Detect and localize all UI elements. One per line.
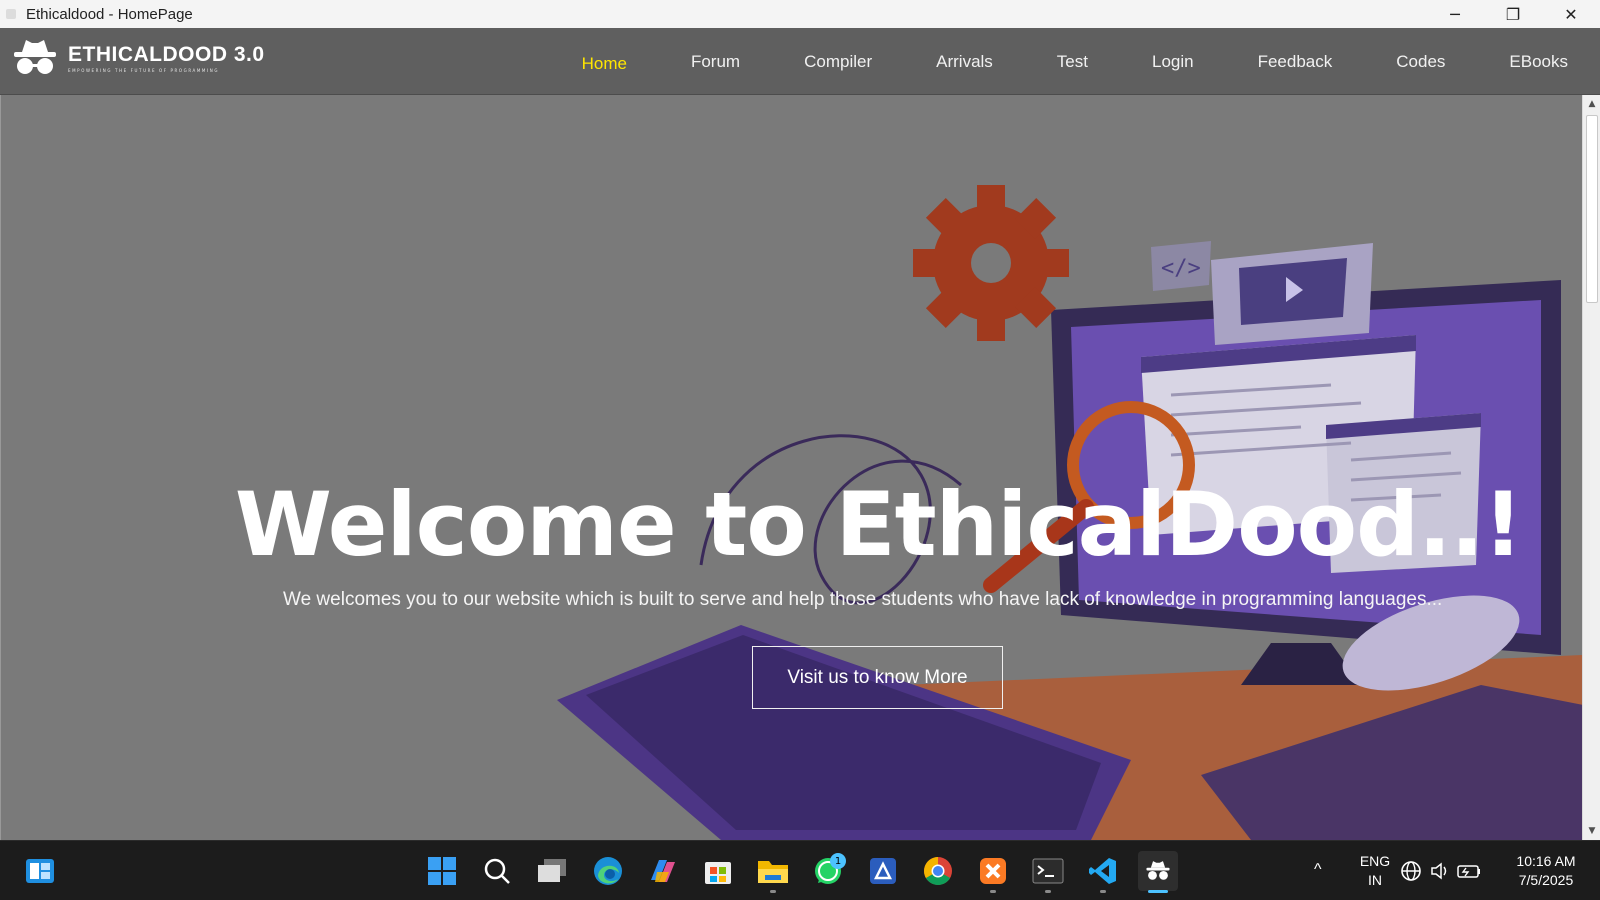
scroll-up-arrow[interactable]: ▲ [1583,95,1600,113]
running-indicator [1045,890,1051,893]
chrome-icon[interactable] [918,851,958,891]
whatsapp-icon[interactable]: 1 [808,851,848,891]
tray-status-icons[interactable] [1400,851,1480,891]
clock-time: 10:16 AM [1516,853,1576,869]
clock-date: 7/5/2025 [1518,872,1574,888]
xampp-icon[interactable] [973,851,1013,893]
brand-name: ETHICALDOOD 3.0 [68,42,265,66]
edge-icon[interactable] [588,851,628,891]
ethicaldood-icon[interactable] [1138,851,1178,893]
hero-illustration: </> [557,185,1582,840]
nav-item-compiler[interactable]: Compiler [804,52,872,72]
running-indicator [990,890,996,893]
nav-item-home[interactable]: Home [582,54,627,74]
search-icon[interactable] [477,851,517,891]
running-indicator [770,890,776,893]
region-code: IN [1368,872,1382,888]
hero-section: </> Welcome to EthicalDood..! We welcome… [0,95,1582,840]
site-navbar: ETHICALDOOD 3.0 EMPOWERING THE FUTURE OF… [0,28,1600,95]
brand-tagline: EMPOWERING THE FUTURE OF PROGRAMMING [68,67,220,73]
widgets-icon[interactable] [20,851,60,891]
language-indicator[interactable]: ENG IN [1352,852,1398,890]
volume-icon [1431,862,1447,880]
file-explorer-icon[interactable] [753,851,793,893]
windows-taskbar: 1 ^ ENG IN 10:16 AM 7/5/2025 [0,840,1600,900]
nav-item-test[interactable]: Test [1057,52,1088,72]
app-icon [6,9,16,19]
language-code: ENG [1359,853,1391,869]
network-icon [1401,861,1421,881]
nav-item-ebooks[interactable]: EBooks [1509,52,1568,72]
terminal-icon[interactable] [1028,851,1068,893]
battery-icon [1457,865,1480,878]
window-controls: ─ ❐ ✕ [1426,0,1600,28]
nav-item-login[interactable]: Login [1152,52,1194,72]
store-icon[interactable] [698,851,738,891]
window-title: Ethicaldood - HomePage [26,5,193,23]
vscode-icon[interactable] [1083,851,1123,893]
copilot-icon[interactable] [643,851,683,891]
start-icon[interactable] [422,851,462,891]
nav-item-arrivals[interactable]: Arrivals [936,52,993,72]
nav-item-forum[interactable]: Forum [691,52,740,72]
scroll-thumb[interactable] [1586,115,1598,303]
minimize-button[interactable]: ─ [1426,0,1484,28]
nav-item-feedback[interactable]: Feedback [1258,52,1333,72]
tray-overflow-chevron[interactable]: ^ [1314,860,1322,879]
running-indicator [1100,890,1106,893]
window-titlebar: Ethicaldood - HomePage ─ ❐ ✕ [0,0,1600,28]
clock[interactable]: 10:16 AM 7/5/2025 [1506,852,1586,890]
svg-text:</>: </> [1161,256,1201,281]
nav-menu: Home Forum Compiler Arrivals Test Login … [518,28,1568,95]
site-logo[interactable]: ETHICALDOOD 3.0 EMPOWERING THE FUTURE OF… [12,38,265,78]
nav-item-codes[interactable]: Codes [1396,52,1445,72]
active-indicator [1148,890,1168,893]
hero-title: Welcome to EthicalDood..! [234,473,1523,576]
page-scrollbar[interactable]: ▲ ▼ [1582,95,1600,840]
app-icon[interactable] [863,851,903,891]
visit-button[interactable]: Visit us to know More [752,646,1003,709]
hero-subtitle: We welcomes you to our website which is … [283,589,1443,610]
notification-badge: 1 [830,853,846,869]
restore-button[interactable]: ❐ [1484,0,1542,28]
task-view-icon[interactable] [532,851,572,891]
close-button[interactable]: ✕ [1542,0,1600,28]
scroll-down-arrow[interactable]: ▼ [1583,822,1600,840]
spy-hat-icon [14,40,56,74]
